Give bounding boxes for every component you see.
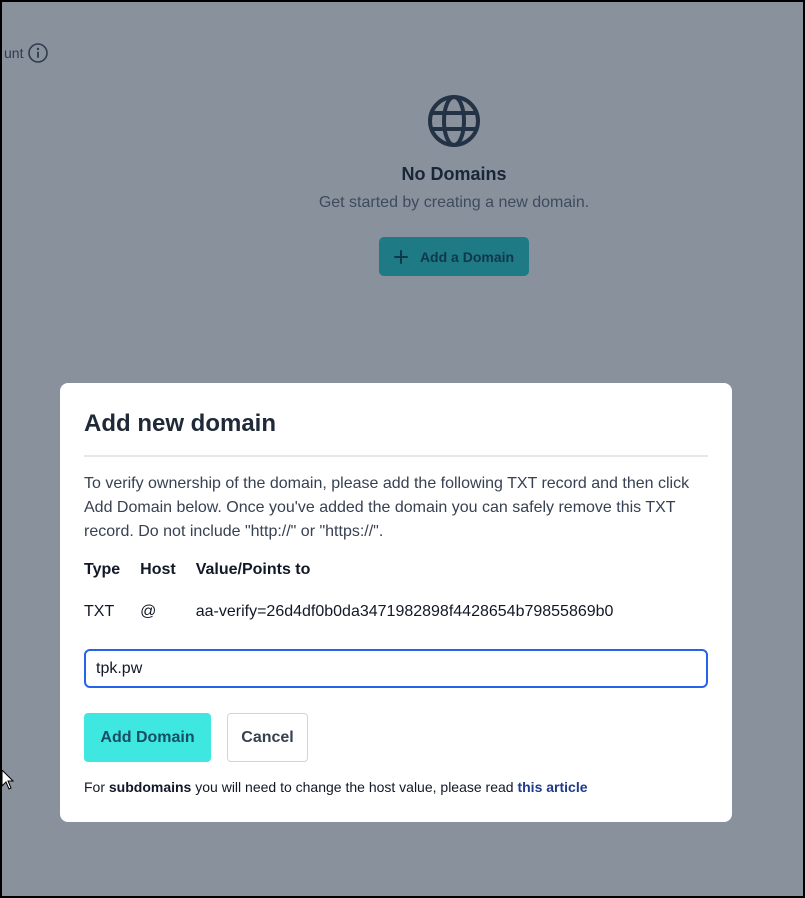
dialog-description: To verify ownership of the domain, pleas…: [84, 475, 690, 540]
header-host: Host: [140, 561, 176, 578]
note-prefix: For: [84, 779, 109, 795]
header-type: Type: [84, 561, 121, 578]
note-bold: subdomains: [108, 779, 192, 795]
record-value: aa-verify=26d4df0b0da3471982898f4428654b…: [195, 603, 614, 620]
add-domain-dialog: Add new domain To verify ownership of th…: [60, 383, 732, 822]
mouse-cursor-icon: [2, 770, 14, 790]
article-link[interactable]: this article: [517, 779, 587, 795]
table-header-row: Type Host Value/Points to: [84, 559, 633, 599]
table-row: TXT @ aa-verify=26d4df0b0da3471982898f44…: [84, 599, 633, 625]
note-middle: you will need to change the host value, …: [191, 779, 518, 795]
cancel-button[interactable]: Cancel: [227, 713, 308, 762]
txt-record-table: Type Host Value/Points to TXT @ aa-verif…: [84, 559, 633, 625]
domain-input[interactable]: [84, 649, 708, 688]
dialog-actions: Add Domain Cancel: [84, 713, 708, 762]
add-domain-button[interactable]: Add Domain: [84, 713, 211, 762]
app-window: unt No Domains Get started by creating a…: [0, 0, 805, 898]
dialog-title: Add new domain: [84, 407, 708, 457]
record-host: @: [140, 603, 157, 620]
header-value: Value/Points to: [195, 561, 311, 578]
record-type: TXT: [84, 603, 115, 620]
subdomain-note: For subdomains you will need to change t…: [84, 779, 708, 795]
